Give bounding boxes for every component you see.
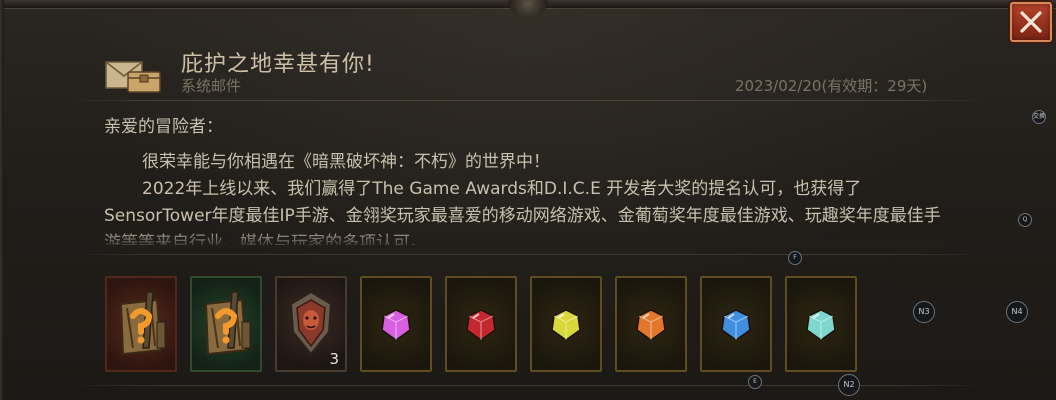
attachment-slot[interactable] (700, 276, 772, 372)
body-scroll-fade (104, 228, 944, 248)
gem-icon (636, 309, 666, 341)
attachment-slot[interactable] (105, 276, 177, 372)
gem-icon (806, 309, 836, 341)
mail-body[interactable]: 亲爱的冒险者： 很荣幸能与你相遇在《暗黑破坏神：不朽》的世界中！ 2022年上线… (104, 114, 944, 245)
controller-hint-badge[interactable]: Q (1018, 213, 1032, 227)
gem-icon (721, 309, 751, 341)
close-icon (1020, 11, 1042, 33)
attachment-slot[interactable] (445, 276, 517, 372)
controller-hint-badge[interactable]: N4 (1006, 301, 1028, 323)
mail-title: 庇护之地幸甚有你! (181, 52, 375, 77)
mail-greeting: 亲爱的冒险者： (104, 117, 223, 137)
attachment-slot[interactable] (190, 276, 262, 372)
mail-paragraph: 很荣幸能与你相遇在《暗黑破坏神：不朽》的世界中！ (142, 152, 550, 172)
mail-panel: 庇护之地幸甚有你! 系统邮件 2023/02/20(有效期：29天) 亲爱的冒险… (0, 0, 1056, 400)
close-button[interactable] (1010, 2, 1052, 42)
controller-hint-badge[interactable]: N3 (913, 301, 935, 323)
mail-date: 2023/02/20(有效期：29天) (735, 77, 928, 95)
attachment-slot[interactable] (360, 276, 432, 372)
mail-sender: 系统邮件 (181, 77, 242, 95)
item-quantity: 3 (329, 350, 339, 368)
controller-hint-badge[interactable]: N2 (838, 374, 860, 396)
mail-envelope-chest-icon (105, 61, 161, 93)
controller-hint-badge[interactable]: E (748, 375, 762, 389)
controller-hint-badge[interactable]: 交换 (1032, 110, 1046, 124)
attachment-slot[interactable] (785, 276, 857, 372)
header-divider (70, 100, 988, 101)
gem-icon (466, 309, 496, 341)
attachment-slot[interactable] (615, 276, 687, 372)
top-ornament-icon (508, 0, 548, 18)
attachment-slot[interactable] (530, 276, 602, 372)
controller-hint-badge[interactable]: F (788, 251, 802, 265)
mystery-chest-icon (119, 291, 166, 356)
attachment-slot[interactable]: 3 (275, 276, 347, 372)
panel-left-border (0, 0, 4, 400)
gem-icon (551, 309, 581, 341)
attachments-divider (70, 254, 988, 255)
gem-icon (381, 309, 411, 341)
mystery-chest-icon (204, 291, 251, 356)
